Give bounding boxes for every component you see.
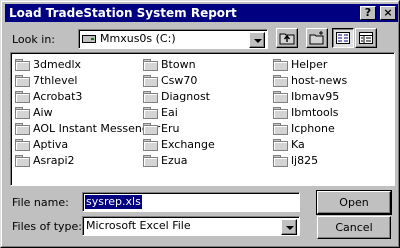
- folder-icon: [273, 58, 288, 71]
- list-item[interactable]: Diagnost: [143, 88, 210, 104]
- up-one-level-button[interactable]: [276, 28, 298, 48]
- close-button[interactable]: ×: [380, 6, 396, 20]
- filename-field[interactable]: sysrep.xls: [82, 192, 300, 212]
- filetype-dropdown[interactable]: Microsoft Excel File: [82, 216, 300, 236]
- list-item[interactable]: Eru: [143, 120, 179, 136]
- list-view-button[interactable]: [332, 28, 354, 48]
- folder-icon: [143, 58, 158, 71]
- load-report-dialog: Load TradeStation System Report ? × Look…: [0, 0, 400, 248]
- folder-icon: [273, 106, 288, 119]
- list-view-icon: [336, 32, 350, 44]
- filetype-value: Microsoft Excel File: [86, 219, 191, 232]
- list-item[interactable]: AOL Instant Messenger: [15, 120, 160, 136]
- folder-icon: [15, 154, 30, 167]
- filetype-label: Files of type:: [12, 220, 83, 233]
- folder-icon: [15, 138, 30, 151]
- list-item[interactable]: Ka: [273, 136, 305, 152]
- file-list[interactable]: 3dmedlx 7thlevel Acrobat3 Aiw AOL Instan…: [10, 52, 395, 186]
- folder-icon: [15, 90, 30, 103]
- list-item[interactable]: Eai: [143, 104, 178, 120]
- folder-icon: [273, 154, 288, 167]
- list-item[interactable]: 3dmedlx: [15, 56, 81, 72]
- window-title: Load TradeStation System Report: [9, 6, 237, 20]
- hard-drive-icon: [82, 34, 96, 43]
- details-view-icon: [359, 32, 373, 44]
- list-item[interactable]: host-news: [273, 72, 347, 88]
- list-item[interactable]: Aiw: [15, 104, 53, 120]
- folder-icon: [143, 154, 158, 167]
- list-item[interactable]: Csw70: [143, 72, 197, 88]
- list-item[interactable]: Acrobat3: [15, 88, 82, 104]
- list-item[interactable]: Ibmav95: [273, 88, 339, 104]
- folder-icon: [273, 90, 288, 103]
- up-folder-icon: [279, 33, 295, 45]
- list-item[interactable]: 7thlevel: [15, 72, 77, 88]
- folder-icon: [143, 106, 158, 119]
- list-item[interactable]: Helper: [273, 56, 327, 72]
- lookin-label: Look in:: [12, 33, 55, 46]
- list-item[interactable]: Aptiva: [15, 136, 68, 152]
- folder-icon: [15, 122, 30, 135]
- filename-label: File name:: [12, 196, 69, 209]
- folder-icon: [15, 58, 30, 71]
- filetype-dropdown-arrow[interactable]: [281, 219, 297, 235]
- lookin-dropdown[interactable]: Mmxus0s (C:): [78, 29, 268, 49]
- list-item[interactable]: Asrapi2: [15, 152, 75, 168]
- details-view-button[interactable]: [355, 28, 377, 48]
- list-item[interactable]: Ezua: [143, 152, 187, 168]
- list-item[interactable]: Ibmtools: [273, 104, 339, 120]
- title-bar[interactable]: Load TradeStation System Report ? ×: [5, 4, 398, 22]
- cancel-button[interactable]: Cancel: [317, 216, 391, 239]
- folder-icon: [143, 122, 158, 135]
- list-item[interactable]: Exchange: [143, 136, 215, 152]
- folder-icon: [143, 90, 158, 103]
- open-button[interactable]: Open: [316, 190, 392, 215]
- new-folder-icon: [309, 31, 324, 45]
- create-new-folder-button[interactable]: [306, 28, 328, 48]
- list-item[interactable]: Icphone: [273, 120, 335, 136]
- folder-icon: [15, 74, 30, 87]
- dialog-frame: Load TradeStation System Report ? × Look…: [1, 1, 399, 247]
- list-item[interactable]: Btown: [143, 56, 196, 72]
- filename-value: sysrep.xls: [85, 195, 142, 209]
- list-item[interactable]: lj825: [273, 152, 318, 168]
- folder-icon: [143, 74, 158, 87]
- folder-icon: [273, 122, 288, 135]
- folder-icon: [273, 74, 288, 87]
- folder-icon: [143, 138, 158, 151]
- folder-icon: [273, 138, 288, 151]
- lookin-dropdown-arrow[interactable]: [249, 32, 265, 48]
- folder-icon: [15, 106, 30, 119]
- lookin-value: Mmxus0s (C:): [100, 32, 176, 45]
- help-button[interactable]: ?: [360, 6, 376, 20]
